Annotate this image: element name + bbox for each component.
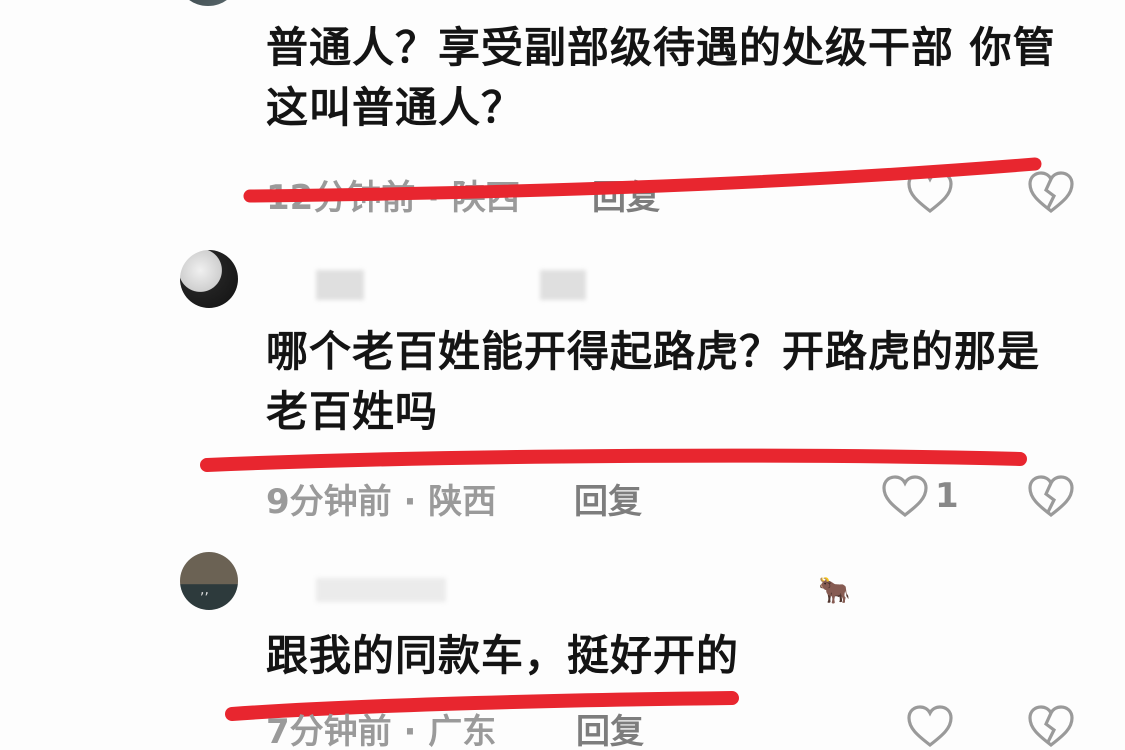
reply-button[interactable]: 回复	[592, 170, 660, 219]
broken-heart-icon[interactable]	[1026, 702, 1076, 750]
comment-location: 广东	[428, 712, 497, 750]
comment-meta: 7分钟前 · 广东 回复	[266, 704, 644, 750]
ox-emoji: 🐂	[818, 576, 851, 606]
comment-time: 9分钟前	[266, 482, 392, 522]
comment-time: 7分钟前	[266, 712, 392, 750]
reply-button[interactable]: 回复	[574, 474, 642, 523]
broken-heart-icon[interactable]	[1026, 472, 1076, 522]
comment-text: 哪个老百姓能开得起路虎？开路虎的那是老百姓吗	[266, 327, 1041, 436]
comment-text: 跟我的同款车，挺好开的	[266, 631, 740, 680]
comment-text: 普通人？享受副部级待遇的处级干部 你管这叫普通人？	[266, 23, 1056, 132]
comment-location: 陕西	[451, 178, 520, 218]
avatar[interactable]	[180, 250, 238, 308]
heart-outline-icon[interactable]	[905, 168, 955, 218]
comment-thread: 普通人？享受副部级待遇的处级干部 你管这叫普通人？ 12分钟前 · 陕西 回复 …	[0, 0, 1125, 750]
reply-button[interactable]: 回复	[576, 704, 644, 750]
username-redacted	[316, 270, 364, 300]
heart-outline-icon[interactable]	[880, 472, 930, 522]
avatar[interactable]: ,,	[180, 552, 238, 610]
avatar[interactable]	[180, 0, 236, 6]
broken-heart-icon[interactable]	[1026, 168, 1076, 218]
comment-location: 陕西	[428, 482, 497, 522]
heart-outline-icon[interactable]	[905, 702, 955, 750]
comment-meta: 9分钟前 · 陕西 回复	[266, 474, 642, 523]
username-redacted	[316, 578, 446, 602]
comment-time: 12分钟前	[266, 178, 416, 218]
comment-meta: 12分钟前 · 陕西 回复	[266, 170, 660, 219]
like-count: 1	[935, 476, 959, 516]
username-redacted	[540, 270, 586, 300]
